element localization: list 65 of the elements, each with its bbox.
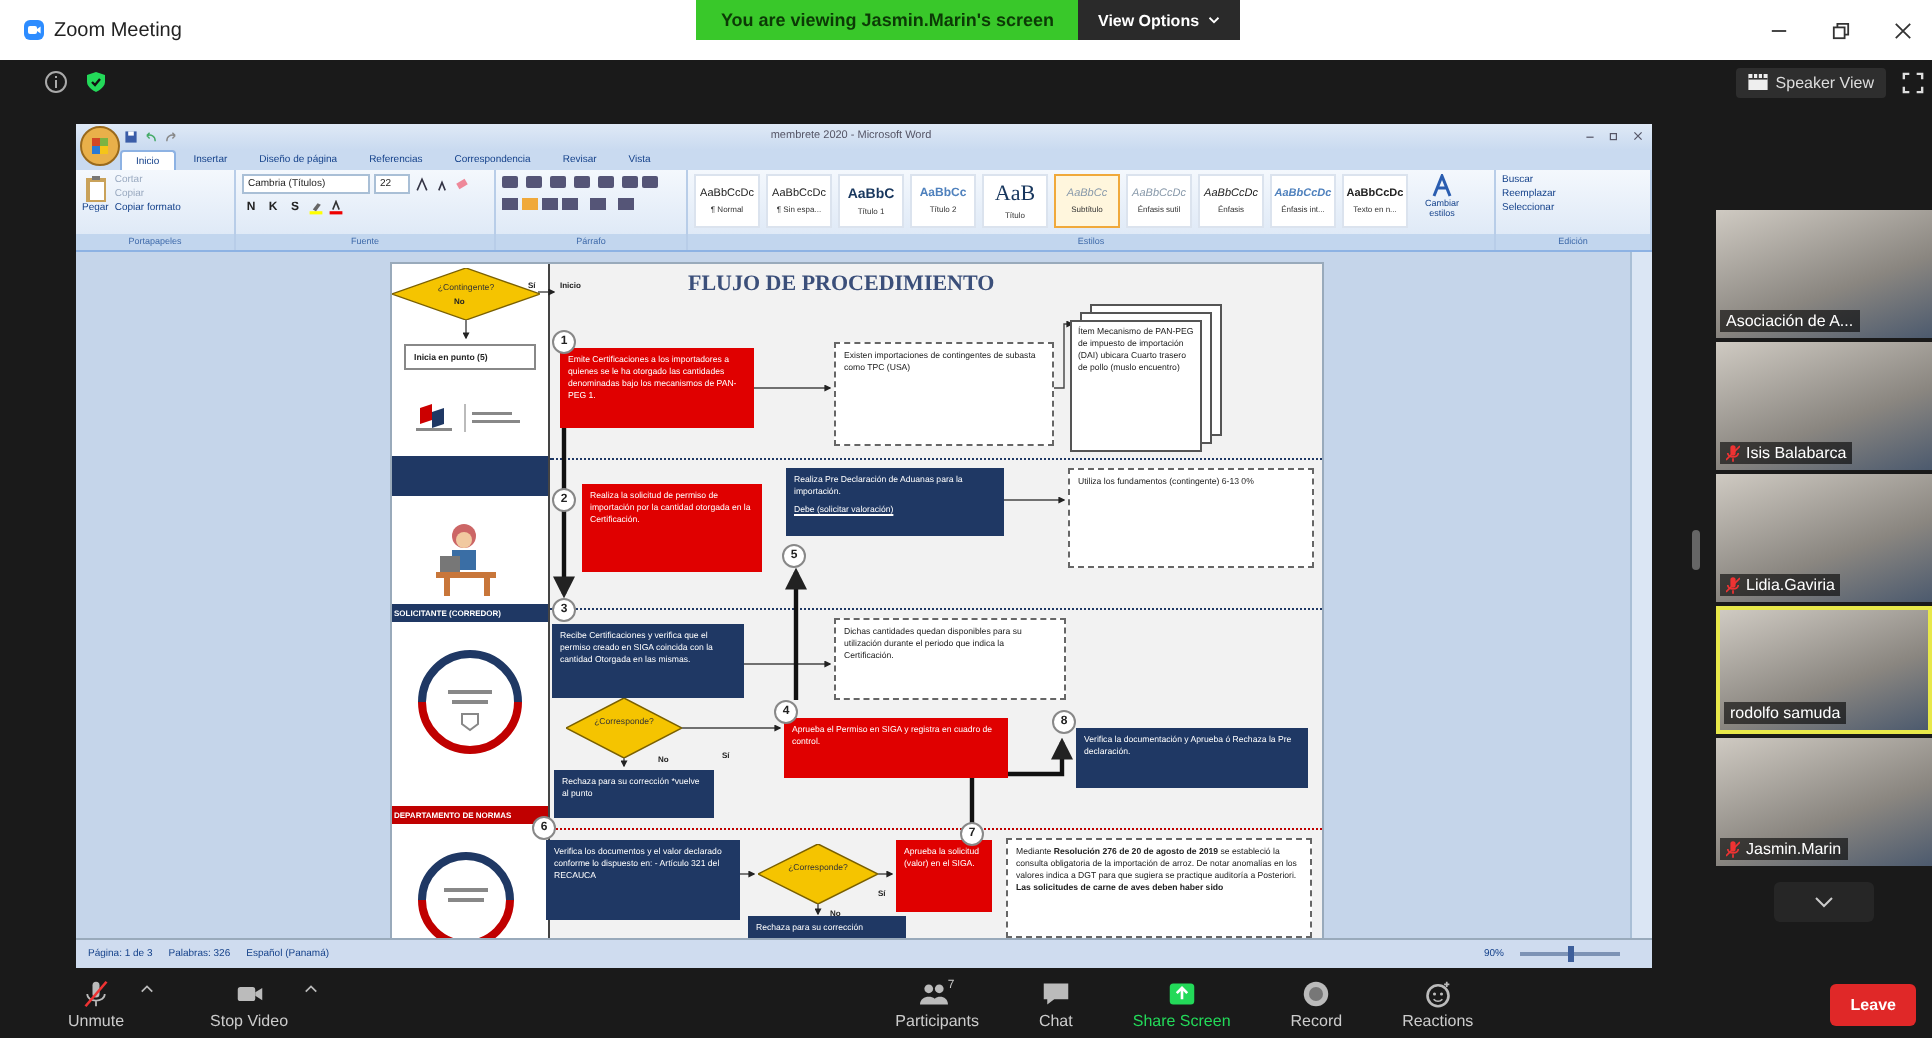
- name-label: Isis Balabarca: [1720, 442, 1853, 464]
- record-icon: [1302, 979, 1331, 1007]
- chevron-down-icon: [1814, 896, 1834, 908]
- participant-tile[interactable]: Asociación de A...: [1716, 210, 1932, 338]
- connector-arrow: [877, 871, 894, 879]
- window-title: Zoom Meeting: [54, 19, 182, 41]
- redo-icon[interactable]: [164, 129, 178, 144]
- connector-arrow: [753, 385, 832, 393]
- clipboard-icon: [83, 174, 108, 203]
- share-screen-button[interactable]: Share Screen: [1124, 979, 1239, 1029]
- leave-button[interactable]: Leave: [1830, 983, 1916, 1025]
- smiley-icon: [1423, 979, 1452, 1007]
- caret-icon[interactable]: [304, 983, 319, 993]
- chat-bubble-icon: [1041, 979, 1070, 1007]
- speaker-view-button[interactable]: Speaker View: [1735, 67, 1886, 97]
- save-icon[interactable]: [124, 129, 138, 144]
- record-button[interactable]: Record: [1282, 979, 1351, 1029]
- list-icons-drawing[interactable]: [502, 174, 662, 191]
- letter-a-icon: [1430, 174, 1454, 199]
- caret-icon[interactable]: [140, 983, 155, 993]
- name-label: Lidia.Gaviria: [1720, 574, 1841, 596]
- style-sample: AaB: [994, 182, 1036, 207]
- zoom-logo-icon: [24, 20, 44, 40]
- connector-arrow: [1003, 497, 1066, 505]
- highlighter-icon[interactable]: [308, 200, 324, 217]
- stop-video-button[interactable]: Stop Video: [202, 979, 297, 1029]
- connector-arrow: [739, 871, 756, 879]
- seal-logo-drawing: [416, 650, 524, 755]
- connector-arrow: [1053, 321, 1074, 390]
- scrollbar[interactable]: [1630, 252, 1652, 939]
- info-icon[interactable]: [44, 70, 68, 94]
- resize-handle[interactable]: [1692, 530, 1700, 570]
- participant-tile[interactable]: Lidia.Gaviria: [1716, 474, 1932, 602]
- close-icon[interactable]: [1632, 130, 1644, 143]
- grid-icon: [1747, 74, 1768, 90]
- person-at-desk-drawing: [436, 520, 500, 597]
- close-icon[interactable]: [1893, 21, 1912, 39]
- restore-icon[interactable]: [1608, 130, 1620, 143]
- seal-logo-drawing: [416, 852, 516, 939]
- caret-icon: [1207, 16, 1220, 24]
- reactions-button[interactable]: Reactions: [1394, 979, 1482, 1029]
- shield-icon[interactable]: [84, 70, 108, 94]
- fullscreen-icon[interactable]: [1902, 71, 1924, 93]
- participant-tile[interactable]: Isis Balabarca: [1716, 342, 1932, 470]
- restore-icon[interactable]: [1831, 21, 1850, 39]
- font-color-icon[interactable]: [328, 200, 344, 217]
- name-label: rodolfo samuda: [1724, 702, 1847, 724]
- name-label: Asociación de A...: [1720, 310, 1860, 332]
- grow-font-icon[interactable]: [414, 176, 430, 193]
- connector-arrow: [462, 318, 470, 341]
- participant-tile[interactable]: rodolfo samuda: [1716, 606, 1932, 734]
- people-icon: [919, 979, 948, 1007]
- zoom-slider[interactable]: [1520, 952, 1620, 957]
- flowchart-title: FLUJO DE PROCEDIMIENTO: [688, 272, 995, 297]
- shrink-font-icon[interactable]: [434, 176, 450, 193]
- name-label: Jasmin.Marin: [1720, 838, 1848, 860]
- participant-tile[interactable]: Jasmin.Marin: [1716, 738, 1932, 866]
- sharing-banner: You are viewing Jasmin.Marin's screen: [696, 0, 1078, 40]
- view-options-button[interactable]: View Options: [1078, 0, 1240, 40]
- unmute-button[interactable]: Unmute: [60, 979, 133, 1029]
- muted-mic-icon: [82, 979, 110, 1007]
- connector-arrow: [620, 758, 628, 769]
- connector-arrow: [681, 725, 782, 733]
- chat-button[interactable]: Chat: [1030, 979, 1081, 1029]
- connector-arrow: [814, 904, 822, 917]
